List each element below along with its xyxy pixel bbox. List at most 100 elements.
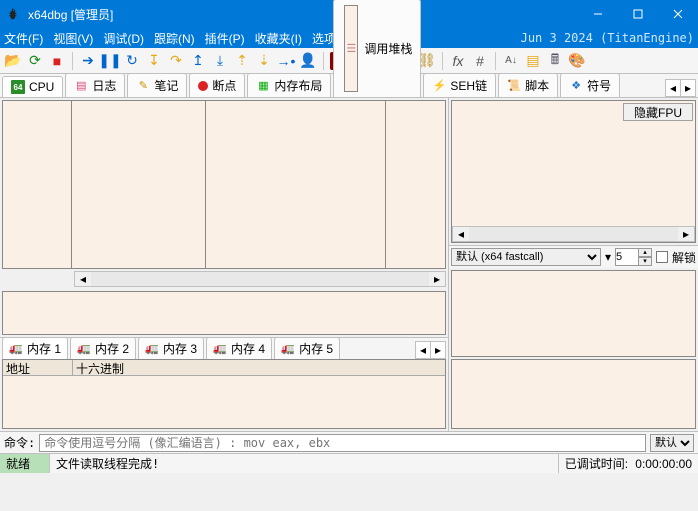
- memtabs-scroll-right[interactable]: ▸: [430, 341, 446, 359]
- tb-open-icon[interactable]: 📂: [4, 52, 22, 70]
- dump-icon: 🚛: [145, 342, 159, 356]
- info-panel: [2, 291, 446, 335]
- menu-file[interactable]: 文件(F): [4, 30, 43, 47]
- unlock-label: 解锁: [672, 249, 696, 266]
- tb-fx-icon[interactable]: fx: [449, 52, 467, 70]
- tab-script-label: 脚本: [525, 77, 549, 94]
- maximize-button[interactable]: [618, 0, 658, 28]
- status-message: 文件读取线程完成!: [50, 454, 559, 473]
- tb-restart-icon[interactable]: ↻: [123, 52, 141, 70]
- disasm-col-bytes[interactable]: [72, 100, 206, 269]
- hide-fpu-button[interactable]: 隐藏FPU: [623, 103, 693, 121]
- menu-debug[interactable]: 调试(D): [103, 30, 144, 47]
- dump-col-addr[interactable]: 地址: [3, 360, 73, 375]
- tb-threads-icon[interactable]: 👤: [299, 52, 317, 70]
- menu-favorites[interactable]: 收藏夹(I): [255, 30, 302, 47]
- tabs-scroll-right[interactable]: ▸: [680, 79, 696, 97]
- tb-goto-icon[interactable]: →•: [277, 52, 295, 70]
- callconv-select[interactable]: 默认 (x64 fastcall): [451, 248, 601, 266]
- dump-icon: 🚛: [281, 342, 295, 356]
- tab-seh[interactable]: ⚡SEH链: [423, 73, 496, 97]
- disasm-hscroll[interactable]: ◂ ▸: [74, 271, 446, 287]
- tb-stepout-icon[interactable]: ↥: [189, 52, 207, 70]
- menu-plugins[interactable]: 插件(P): [205, 30, 245, 47]
- close-button[interactable]: [658, 0, 698, 28]
- command-input[interactable]: [39, 434, 646, 452]
- spin-up[interactable]: ▴: [638, 248, 652, 257]
- menu-trace[interactable]: 跟踪(N): [154, 30, 195, 47]
- dump-col-hex[interactable]: 十六进制: [73, 360, 445, 375]
- memtab-4[interactable]: 🚛 内存 4: [206, 337, 272, 359]
- tb-stepin-icon[interactable]: ↧: [145, 52, 163, 70]
- hscroll-track[interactable]: [469, 227, 678, 241]
- stack-panel[interactable]: [451, 270, 696, 357]
- tb-run-icon[interactable]: ➔: [79, 52, 97, 70]
- memtab-1[interactable]: 🚛内存 1: [2, 337, 68, 359]
- statusbar: 就绪 文件读取线程完成! 已调试时间: 0:00:00:00: [0, 453, 698, 473]
- argcount-input[interactable]: [615, 248, 639, 266]
- tab-callstack[interactable]: ☰调用堆栈: [333, 0, 421, 97]
- command-bar: 命令: 默认: [0, 431, 698, 453]
- hide-fpu-label: 隐藏FPU: [634, 104, 682, 121]
- memtab-3[interactable]: 🚛内存 3: [138, 337, 204, 359]
- tab-log-label: 日志: [92, 77, 116, 94]
- dump-panel[interactable]: 地址 十六进制: [2, 359, 446, 429]
- memtab-5[interactable]: 🚛内存 5: [274, 337, 340, 359]
- tb-traceinto-icon[interactable]: ⇡: [233, 52, 251, 70]
- tb-az-icon[interactable]: A↓: [502, 52, 520, 70]
- memtab-2[interactable]: 🚛 内存 2: [70, 337, 136, 359]
- reg-hscroll[interactable]: ◂ ▸: [452, 226, 695, 242]
- tab-script[interactable]: 📜脚本: [498, 73, 558, 97]
- tab-log[interactable]: ▤日志: [65, 73, 125, 97]
- tab-notes[interactable]: ✎笔记: [127, 73, 187, 97]
- dump-icon: 🚛: [213, 342, 227, 356]
- disasm-col-addr[interactable]: [2, 100, 72, 269]
- main-tabbar: 64CPU ▤日志 ✎笔记 断点 ▦内存布局 ☰调用堆栈 ⚡SEH链 📜脚本 ❖…: [0, 74, 698, 98]
- tb-runto-icon[interactable]: ⤓: [211, 52, 229, 70]
- tabs-scroll-left[interactable]: ◂: [665, 79, 681, 97]
- minimize-button[interactable]: [578, 0, 618, 28]
- hscroll-left-icon[interactable]: ◂: [75, 272, 91, 286]
- tab-breakpoints[interactable]: 断点: [189, 73, 245, 97]
- bp-icon: [198, 81, 208, 91]
- tab-cpu[interactable]: 64CPU: [2, 76, 63, 97]
- memtab-4-label: 内存 4: [231, 340, 265, 357]
- hscroll-left-icon[interactable]: ◂: [453, 227, 469, 241]
- tb-stop-icon[interactable]: ■: [48, 52, 66, 70]
- tab-memmap-label: 内存布局: [274, 77, 322, 94]
- hscroll-right-icon[interactable]: ▸: [429, 272, 445, 286]
- disasm-col-comment[interactable]: [386, 100, 446, 269]
- hscroll-right-icon[interactable]: ▸: [678, 227, 694, 241]
- tb-stepover-icon[interactable]: ↷: [167, 52, 185, 70]
- tab-seh-label: SEH链: [450, 77, 487, 94]
- notes-icon: ✎: [136, 79, 150, 93]
- tb-pause-icon[interactable]: ❚❚: [101, 52, 119, 70]
- workarea: ◂ ▸ 🚛内存 1 🚛 内存 2 🚛内存 3 🚛 内存 4 🚛内存 5 ◂ ▸: [0, 98, 698, 431]
- registers-panel[interactable]: 隐藏FPU ◂ ▸: [451, 100, 696, 243]
- tab-symbols-label: 符号: [587, 77, 611, 94]
- memtabs-scroll-left[interactable]: ◂: [415, 341, 431, 359]
- spin-down[interactable]: ▾: [638, 257, 652, 266]
- command-mode-select[interactable]: 默认: [650, 434, 694, 452]
- unlock-checkbox[interactable]: [656, 251, 668, 263]
- sym-icon: ❖: [569, 79, 583, 93]
- tb-refresh-icon[interactable]: ⟳: [26, 52, 44, 70]
- dump-icon: 🚛: [9, 342, 23, 356]
- disasm-col-instr[interactable]: [206, 100, 386, 269]
- memtab-2-label: 内存 2: [95, 340, 129, 357]
- hscroll-track[interactable]: [91, 272, 429, 286]
- window-controls: [578, 0, 698, 28]
- tab-symbols[interactable]: ❖ 符号: [560, 73, 620, 97]
- tb-settings-icon[interactable]: 🎨: [568, 52, 586, 70]
- tab-memmap[interactable]: ▦内存布局: [247, 73, 331, 97]
- tb-list-icon[interactable]: ▤: [524, 52, 542, 70]
- tb-hash-icon[interactable]: #: [471, 52, 489, 70]
- dump-icon: 🚛: [77, 342, 91, 356]
- tb-calc-icon[interactable]: 🖩: [546, 52, 564, 70]
- callconv-dropdown-icon[interactable]: ▾: [605, 250, 611, 264]
- watch-panel[interactable]: [451, 359, 696, 429]
- window-title: x64dbg [管理员]: [28, 6, 578, 23]
- tb-traceover-icon[interactable]: ⇣: [255, 52, 273, 70]
- menu-view[interactable]: 视图(V): [53, 30, 93, 47]
- left-column: ◂ ▸ 🚛内存 1 🚛 内存 2 🚛内存 3 🚛 内存 4 🚛内存 5 ◂ ▸: [0, 98, 448, 431]
